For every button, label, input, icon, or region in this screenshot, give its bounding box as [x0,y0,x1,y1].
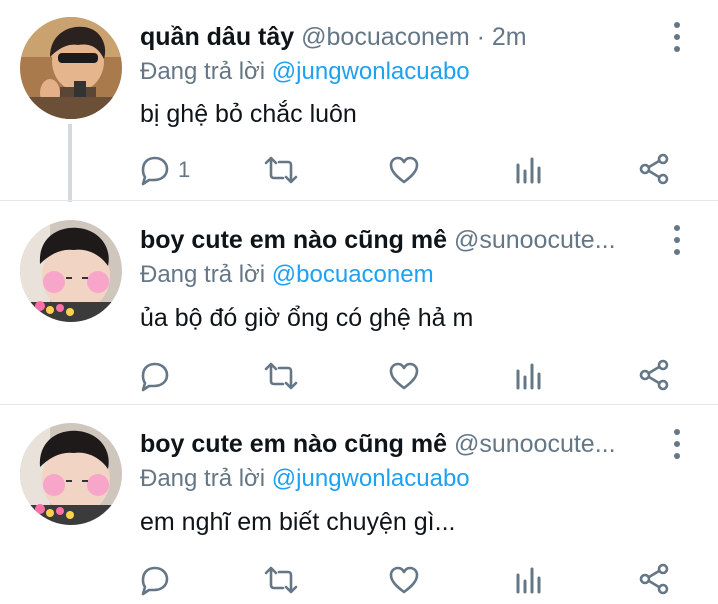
share-icon [639,359,669,391]
tweet-header: boy cute em nào cũng mê @sunoocute... [140,221,660,259]
tweet-header: boy cute em nào cũng mê @sunoocute... [140,425,660,463]
analytics-icon [516,567,541,594]
reply-button[interactable]: 1 [138,150,190,190]
action-bar: 1 [0,150,718,190]
reply-icon [141,362,169,392]
retweet-icon [264,566,298,594]
action-bar [0,356,718,396]
more-options-icon[interactable] [670,22,684,52]
retweet-button[interactable] [262,150,300,190]
retweet-icon [264,362,298,390]
reply-icon [141,156,169,186]
tweet-text: em nghĩ em biết chuyện gì... [140,508,456,536]
replying-to: Đang trả lời @jungwonlacuabo [140,54,470,90]
action-bar [0,560,718,600]
reply-icon [141,566,169,596]
reply-count: 1 [178,157,191,182]
avatar-image [20,423,122,525]
share-icon [639,563,669,595]
replying-to: Đang trả lời @jungwonlacuabo [140,461,470,497]
like-button[interactable] [388,150,420,190]
reply-button[interactable] [138,560,172,600]
replying-mention[interactable]: @jungwonlacuabo [272,58,470,85]
like-icon [389,566,419,594]
replying-mention[interactable]: @jungwonlacuabo [272,465,470,492]
like-icon [389,362,419,390]
display-name[interactable]: boy cute em nào cũng mê [140,226,447,254]
more-options-icon[interactable] [670,429,684,459]
like-button[interactable] [388,560,420,600]
replying-prefix: Đang trả lời [140,261,272,288]
replying-mention[interactable]: @bocuaconem [272,261,434,288]
analytics-icon [516,363,541,390]
avatar[interactable] [20,220,122,322]
user-handle[interactable]: @sunoocute... [454,226,616,254]
analytics-button[interactable] [514,560,544,600]
tweet[interactable]: boy cute em nào cũng mê @sunoocute... Đa… [0,200,718,404]
analytics-button[interactable] [514,150,544,190]
avatar-image [20,220,122,322]
avatar-image [20,17,122,119]
reply-button[interactable] [138,356,172,396]
display-name[interactable]: boy cute em nào cũng mê [140,430,447,458]
more-options-icon[interactable] [670,225,684,255]
display-name[interactable]: quần dâu tây [140,23,294,51]
user-handle[interactable]: @bocuaconem [301,23,470,51]
like-icon [389,156,419,184]
user-handle[interactable]: @sunoocute... [454,430,616,458]
avatar[interactable] [20,423,122,525]
tweet[interactable]: quần dâu tây @bocuaconem · 2m Đang trả l… [0,0,718,202]
replying-prefix: Đang trả lời [140,465,272,492]
share-button[interactable] [638,356,670,396]
analytics-icon [516,157,541,184]
share-icon [639,153,669,185]
tweet[interactable]: boy cute em nào cũng mê @sunoocute... Đa… [0,404,718,604]
tweet-text: ủa bộ đó giờ ổng có ghệ hả m [140,304,474,332]
timestamp: · 2m [476,23,527,51]
like-button[interactable] [388,356,420,396]
analytics-button[interactable] [514,356,544,396]
avatar[interactable] [20,17,122,119]
replying-prefix: Đang trả lời [140,58,272,85]
retweet-button[interactable] [262,560,300,600]
retweet-button[interactable] [262,356,300,396]
share-button[interactable] [638,150,670,190]
replying-to: Đang trả lời @bocuaconem [140,257,434,293]
retweet-icon [264,156,298,184]
tweet-header: quần dâu tây @bocuaconem · 2m [140,18,660,56]
share-button[interactable] [638,560,670,600]
tweet-text: bị ghệ bỏ chắc luôn [140,100,357,128]
